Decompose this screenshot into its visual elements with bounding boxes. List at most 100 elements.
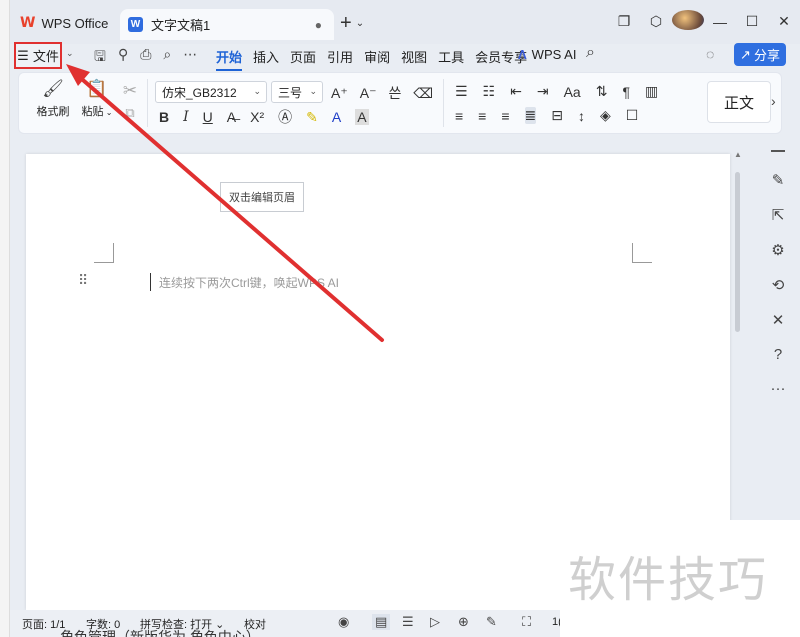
justify-icon[interactable]: ≣ — [524, 107, 537, 124]
wps-ai-icon: Ʌ — [518, 47, 527, 62]
save-icon[interactable]: 🖫 — [94, 46, 106, 70]
highlight-icon[interactable]: ✎ — [306, 109, 318, 126]
file-menu-button[interactable]: ☰ 文件 — [14, 42, 62, 69]
align-center-icon[interactable]: ≡ — [478, 108, 486, 124]
pointer-icon[interactable]: ⇱ — [772, 206, 785, 224]
char-shading-icon[interactable]: A — [355, 109, 369, 125]
menu-item-home[interactable]: 开始 — [216, 47, 243, 71]
cube-icon[interactable]: ⬡ — [640, 13, 672, 30]
home-tab-label: WPS Office — [41, 15, 109, 31]
outline-view-icon[interactable]: ☰ — [402, 614, 414, 630]
wps-ai-button[interactable]: Ʌ WPS AI — [518, 47, 576, 62]
font-name-select[interactable]: 仿宋_GB2312 ⌄ — [155, 81, 267, 103]
menu-item-references[interactable]: 引用 — [327, 47, 353, 71]
decrease-indent-icon[interactable]: ⇤ — [510, 83, 522, 100]
align-left-icon[interactable]: ≡ — [455, 108, 463, 124]
font-size-select[interactable]: 三号 ⌄ — [271, 81, 323, 103]
print-icon[interactable]: ⎙ — [140, 46, 151, 70]
columns-icon[interactable]: ▥ — [645, 83, 658, 100]
align-right-icon[interactable]: ≡ — [501, 108, 509, 124]
web-view-icon[interactable]: ⊕ — [458, 614, 469, 630]
border-icon[interactable]: ☐ — [626, 107, 639, 124]
clipboard-icon: 📋 — [86, 79, 108, 98]
chevron-right-icon[interactable]: › — [771, 93, 776, 109]
close-button[interactable]: ✕ — [768, 13, 800, 30]
scroll-thumb[interactable] — [735, 172, 740, 332]
plus-icon: + — [340, 12, 352, 34]
cropped-background-text: 角色管理（新版华为 角色中心）。 — [60, 629, 267, 637]
menu-item-insert[interactable]: 插入 — [253, 47, 279, 71]
new-tab-button[interactable]: + ⌄ — [340, 12, 364, 35]
increase-indent-icon[interactable]: ⇥ — [537, 83, 549, 100]
more-icon[interactable]: ··· — [771, 380, 786, 397]
print-preview-icon[interactable]: ⌕ — [163, 46, 171, 70]
collapse-sidebar-icon[interactable] — [771, 150, 785, 152]
search-icon[interactable]: ⌕ — [586, 44, 595, 62]
bullet-list-icon[interactable]: ☰ — [455, 83, 468, 100]
case-icon[interactable]: Aa — [564, 84, 581, 100]
margin-corner-top-left — [94, 243, 114, 263]
convert-icon[interactable]: ⟲ — [772, 276, 785, 294]
pen-icon[interactable]: ✎ — [772, 171, 785, 189]
format-painter-button[interactable]: 🖌 格式刷 — [33, 79, 73, 119]
margin-corner-top-right — [632, 243, 652, 263]
document-tab-label: 文字文稿1 — [151, 18, 211, 33]
cut-button[interactable]: ✂ ⧉ — [119, 81, 141, 129]
phonetic-guide-icon[interactable]: 쓴 — [388, 83, 401, 103]
edit-header-hint[interactable]: 双击编辑页眉 — [220, 182, 304, 212]
font-name-value: 仿宋_GB2312 — [162, 85, 237, 100]
menu-item-review[interactable]: 审阅 — [364, 47, 390, 71]
menu-item-view[interactable]: 视图 — [401, 47, 427, 71]
ribbon-divider — [147, 79, 148, 127]
numbered-list-icon[interactable]: ☷ — [483, 83, 496, 100]
font-color-icon[interactable]: A — [332, 109, 341, 125]
minimize-button[interactable]: — — [704, 14, 736, 30]
paste-button[interactable]: 📋 粘贴 ⌄ — [77, 79, 117, 119]
style-normal[interactable]: 正文 — [707, 81, 771, 123]
sort-icon[interactable]: ⇅ — [596, 83, 608, 100]
quick-access-toolbar: 🖫 ⚲ ⎙ ⌕ ⋯ — [94, 46, 197, 70]
fit-page-icon[interactable]: ⛶ — [522, 614, 531, 630]
strikethrough-icon[interactable]: A̶ — [227, 109, 236, 125]
maximize-button[interactable]: ☐ — [736, 13, 768, 30]
user-avatar[interactable] — [672, 10, 704, 33]
play-icon[interactable]: ▷ — [430, 614, 440, 630]
menu-item-tools[interactable]: 工具 — [438, 47, 464, 71]
italic-icon[interactable]: I — [183, 109, 189, 125]
share-icon: ↗ — [740, 46, 751, 62]
home-tab[interactable]: W WPS Office — [12, 8, 118, 38]
edit-header-label: 双击编辑页眉 — [229, 192, 295, 204]
grow-font-icon[interactable]: A⁺ — [331, 85, 348, 102]
underline-icon[interactable]: U — [203, 109, 213, 125]
clear-format-icon[interactable]: ⌫ — [413, 85, 433, 102]
more-icon[interactable]: ⋯ — [183, 46, 197, 70]
restore-window-icon[interactable]: ❐ — [608, 13, 640, 30]
drag-handle-icon[interactable]: ⠿ — [78, 272, 88, 289]
wps-logo-icon: W — [20, 15, 36, 31]
line-spacing-icon[interactable]: ↕ — [578, 108, 585, 124]
page-count[interactable]: 页面: 1/1 — [22, 616, 65, 632]
chat-bubble-icon[interactable]: ◌ — [706, 46, 714, 62]
page-view-icon[interactable]: ▤ — [372, 614, 391, 630]
distributed-icon[interactable]: ⊟ — [551, 107, 563, 124]
adjust-icon[interactable]: ⚙ — [771, 241, 784, 259]
shading-icon[interactable]: ◈ — [600, 107, 611, 124]
tools-icon[interactable]: ✕ — [772, 311, 785, 329]
bold-icon[interactable]: B — [159, 109, 169, 125]
scroll-up-icon[interactable]: ▲ — [734, 150, 742, 159]
shrink-font-icon[interactable]: A⁻ — [360, 85, 377, 102]
unsaved-dot-icon[interactable]: ● — [315, 18, 322, 32]
text-effect-icon[interactable]: Ⓐ — [278, 107, 292, 127]
paste-label: 粘贴 — [81, 106, 104, 118]
superscript-icon[interactable]: X² — [250, 109, 264, 125]
hamburger-icon: ☰ — [17, 47, 29, 63]
write-icon[interactable]: ✎ — [486, 614, 497, 630]
share-button[interactable]: ↗ 分享 — [734, 43, 786, 66]
eye-icon[interactable]: ◉ — [338, 614, 349, 630]
help-icon[interactable]: ? — [774, 346, 782, 363]
show-marks-icon[interactable]: ¶ — [622, 84, 630, 100]
key-icon[interactable]: ⚲ — [118, 46, 128, 70]
file-dropdown-chevron-icon[interactable]: ⌄ — [66, 48, 74, 59]
document-tab[interactable]: W 文字文稿1 ● — [120, 9, 334, 40]
menu-item-page[interactable]: 页面 — [290, 47, 316, 71]
